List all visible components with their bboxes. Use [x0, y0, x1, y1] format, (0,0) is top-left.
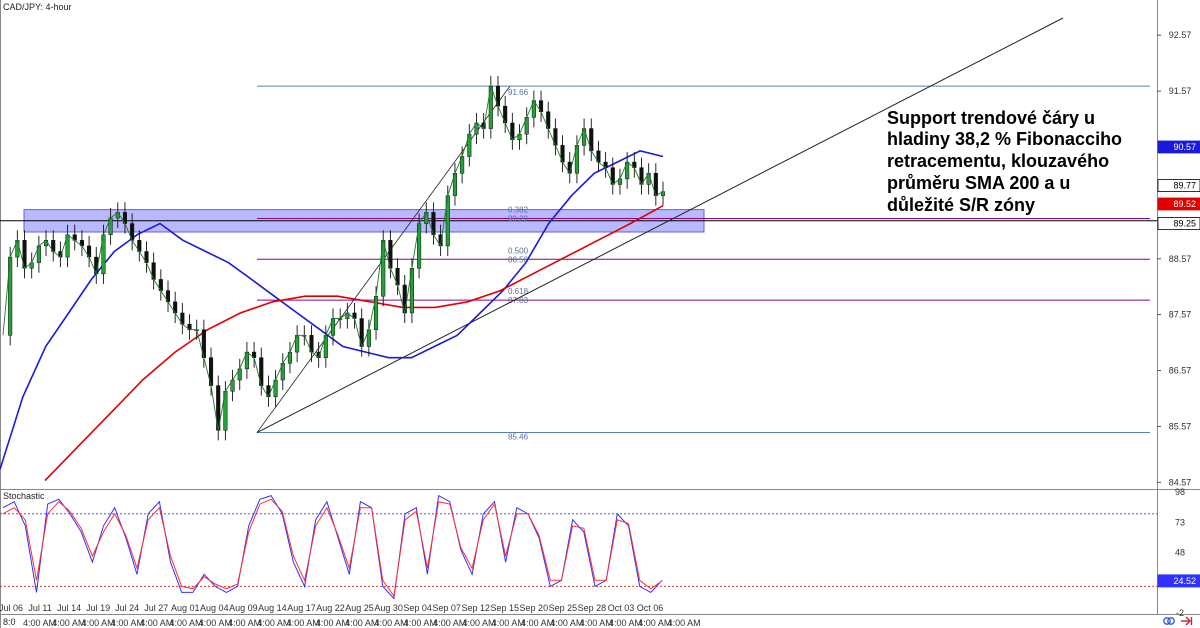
- x-date-label: Jul 24: [115, 603, 139, 613]
- fib-price-label: 85.46: [508, 433, 529, 442]
- stochastic-y-tick-label: 73: [1175, 517, 1185, 527]
- price-tag-label: 89.25: [1173, 219, 1196, 229]
- annotation-line-1: Support trendové čáry u: [887, 108, 1095, 128]
- price-tag-label: 90.57: [1173, 142, 1196, 152]
- price-tag-label: 89.52: [1173, 199, 1196, 209]
- annotation-line-5: důležité S/R zóny: [887, 195, 1035, 215]
- price-tag-label: 89.77: [1173, 181, 1196, 191]
- y-tick-label: 88.57: [1169, 254, 1192, 264]
- stochastic-y-tick-label: 48: [1175, 548, 1185, 558]
- x-date-label: Aug 14: [258, 603, 287, 613]
- x-time-label: 4:00 AM: [52, 618, 85, 628]
- stochastic-tag-label: 24.52: [1173, 576, 1196, 586]
- bottom-left-label: 8:0: [3, 617, 16, 627]
- x-date-label: Oct 06: [637, 603, 664, 613]
- x-date-label: Sep 04: [403, 603, 432, 613]
- x-date-label: Sep 20: [520, 603, 549, 613]
- x-time-label: 4:00 AM: [23, 618, 56, 628]
- x-date-label: Sep 15: [491, 603, 520, 613]
- x-date-label: Aug 17: [287, 603, 316, 613]
- x-time-label: 4:00 AM: [609, 618, 642, 628]
- y-tick-label: 86.57: [1169, 366, 1192, 376]
- x-time-label: 4:00 AM: [140, 618, 173, 628]
- x-date-label: Aug 22: [316, 603, 345, 613]
- x-date-label: Sep 07: [432, 603, 461, 613]
- fib-ratio-label: 0.500: [508, 246, 529, 255]
- x-time-label: 4:00 AM: [550, 618, 583, 628]
- x-time-label: 4:00 AM: [316, 618, 349, 628]
- x-time-label: 4:00 AM: [521, 618, 554, 628]
- x-time-label: 4:00 AM: [433, 618, 466, 628]
- annotation-line-3: retracementu, klouzavého: [887, 151, 1109, 171]
- x-date-label: Oct 03: [608, 603, 635, 613]
- chart-title: CAD/JPY: 4-hour: [3, 2, 72, 12]
- x-time-label: 4:00 AM: [199, 618, 232, 628]
- x-time-label: 4:00 AM: [111, 618, 144, 628]
- fib-price-label: 89.29: [508, 215, 529, 224]
- x-time-label: 4:00 AM: [82, 618, 115, 628]
- chart-canvas: 91.660.38289.290.50088.560.61887.8385.46…: [0, 0, 1200, 628]
- x-date-label: Aug 04: [200, 603, 229, 613]
- fib-price-label: 87.83: [508, 296, 529, 305]
- stochastic-y-tick-label: 98: [1175, 487, 1185, 497]
- x-time-label: 4:00 AM: [492, 618, 525, 628]
- fib-price-label: 91.66: [508, 88, 529, 97]
- x-date-label: Aug 01: [171, 603, 200, 613]
- x-date-label: Jul 06: [0, 603, 23, 613]
- x-time-label: 4:00 AM: [170, 618, 203, 628]
- x-date-label: Sep 28: [578, 603, 607, 613]
- y-tick-label: 85.57: [1169, 421, 1192, 431]
- x-date-label: Aug 30: [374, 603, 403, 613]
- fib-ratio-label: 0.382: [508, 206, 529, 215]
- x-date-label: Jul 19: [86, 603, 110, 613]
- x-time-label: 4:00 AM: [668, 618, 701, 628]
- x-time-label: 4:00 AM: [345, 618, 378, 628]
- annotation-line-2: hladiny 38,2 % Fibonacciho: [887, 129, 1122, 149]
- x-date-label: Jul 27: [144, 603, 168, 613]
- x-time-label: 4:00 AM: [580, 618, 613, 628]
- y-tick-label: 91.57: [1169, 86, 1192, 96]
- x-time-label: 4:00 AM: [287, 618, 320, 628]
- x-date-label: Sep 25: [549, 603, 578, 613]
- x-time-label: 4:00 AM: [257, 618, 290, 628]
- x-date-label: Sep 12: [461, 603, 490, 613]
- x-date-label: Jul 14: [57, 603, 81, 613]
- y-tick-label: 92.57: [1169, 30, 1192, 40]
- x-time-label: 4:00 AM: [404, 618, 437, 628]
- y-tick-label: 87.57: [1169, 310, 1192, 320]
- x-time-label: 4:00 AM: [375, 618, 408, 628]
- stochastic-y-tick-label: -2: [1176, 608, 1184, 618]
- x-time-label: 4:00 AM: [463, 618, 496, 628]
- x-date-label: Aug 09: [229, 603, 258, 613]
- x-time-label: 4:00 AM: [228, 618, 261, 628]
- x-date-label: Jul 11: [28, 603, 51, 613]
- stochastic-title: Stochastic: [3, 491, 45, 501]
- annotation-line-4: průměru SMA 200 a u: [887, 173, 1070, 193]
- x-time-label: 4:00 AM: [638, 618, 671, 628]
- y-tick-label: 84.57: [1169, 477, 1192, 487]
- x-date-label: Aug 25: [345, 603, 374, 613]
